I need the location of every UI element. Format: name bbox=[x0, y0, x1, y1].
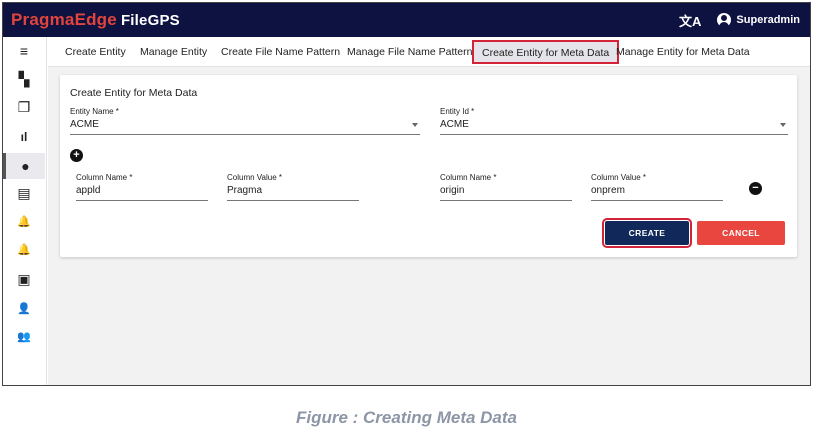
column-value-value: Pragma bbox=[227, 185, 263, 196]
figure-caption: Figure : Creating Meta Data bbox=[295, 408, 518, 427]
entity-name-label: Entity Name * bbox=[70, 107, 119, 116]
sidebar-item-groups[interactable]: 👥 bbox=[3, 324, 45, 350]
translate-icon[interactable]: 文A bbox=[679, 11, 701, 30]
entity-name-value: ACME bbox=[70, 119, 99, 130]
top-bar: PragmaEdge FileGPS 文A Superadmin bbox=[3, 3, 810, 37]
chevron-down-icon bbox=[780, 123, 786, 127]
column-name-field-1[interactable]: Column Name * appld bbox=[76, 173, 208, 201]
entity-id-value: ACME bbox=[440, 119, 469, 130]
main-content: Create Entity Manage Entity Create File … bbox=[48, 37, 810, 385]
sidebar-item-user-settings[interactable]: 👤 bbox=[3, 296, 45, 322]
document-icon: ▤ bbox=[17, 185, 31, 201]
column-name-field-2[interactable]: Column Name * origin bbox=[440, 173, 572, 201]
account-circle-icon: ● bbox=[21, 158, 30, 174]
brand-product: FileGPS bbox=[120, 12, 180, 29]
user-name: Superadmin bbox=[736, 14, 800, 26]
column-name-label: Column Name * bbox=[76, 173, 133, 182]
meta-data-form-card: Create Entity for Meta Data Entity Name … bbox=[60, 75, 797, 257]
column-value-value: onprem bbox=[591, 185, 625, 196]
column-value-label: Column Value * bbox=[227, 173, 282, 182]
entity-id-label: Entity Id * bbox=[440, 107, 475, 116]
cancel-button[interactable]: CANCEL bbox=[697, 221, 785, 245]
sidebar-item-menu[interactable]: ≡ bbox=[3, 38, 45, 64]
column-value-label: Column Value * bbox=[591, 173, 646, 182]
sidebar-item-reports[interactable]: ıl bbox=[3, 124, 45, 150]
tab-create-entity-for-meta-data[interactable]: Create Entity for Meta Data bbox=[472, 40, 620, 64]
tab-create-entity[interactable]: Create Entity bbox=[65, 37, 126, 67]
bar-chart-icon: ıl bbox=[20, 130, 28, 144]
entity-name-select[interactable]: Entity Name * ACME bbox=[70, 107, 420, 135]
brand-name: PragmaEdge bbox=[11, 10, 117, 29]
top-bar-actions: 文A Superadmin bbox=[679, 3, 800, 37]
tab-create-file-name-pattern[interactable]: Create File Name Pattern bbox=[221, 37, 340, 67]
remove-column-icon[interactable]: − bbox=[749, 182, 762, 195]
sidebar: ≡ ▚ ❐ ıl ● ▤ 🔔 🔔 ▣ 👤 👥 bbox=[3, 37, 47, 385]
entity-id-select[interactable]: Entity Id * ACME bbox=[440, 107, 788, 135]
app-window: PragmaEdge FileGPS 文A Superadmin ≡ ▚ ❐ ıl… bbox=[2, 2, 811, 386]
sidebar-item-copy[interactable]: ❐ bbox=[3, 94, 45, 120]
column-name-label: Column Name * bbox=[440, 173, 497, 182]
column-value-field-2[interactable]: Column Value * onprem bbox=[591, 173, 723, 201]
tab-manage-entity-for-meta-data[interactable]: Manage Entity for Meta Data bbox=[616, 37, 750, 67]
sidebar-item-dashboard[interactable]: ▚ bbox=[3, 66, 45, 92]
tab-manage-file-name-pattern[interactable]: Manage File Name Pattern bbox=[347, 37, 472, 67]
column-value-field-1[interactable]: Column Value * Pragma bbox=[227, 173, 359, 201]
bell-settings-icon: 🔔 bbox=[17, 243, 31, 256]
dashboard-icon: ▚ bbox=[18, 71, 30, 87]
user-settings-icon: 👤 bbox=[17, 302, 31, 315]
column-name-value: appld bbox=[76, 185, 101, 196]
menu-icon: ≡ bbox=[19, 43, 29, 59]
tab-bar: Create Entity Manage Entity Create File … bbox=[48, 37, 810, 67]
chevron-down-icon bbox=[412, 123, 418, 127]
tab-manage-entity[interactable]: Manage Entity bbox=[140, 37, 207, 67]
form-title: Create Entity for Meta Data bbox=[70, 87, 198, 99]
sidebar-item-box-settings[interactable]: ▣ bbox=[3, 266, 45, 292]
create-button[interactable]: CREATE bbox=[602, 218, 692, 248]
sidebar-item-entity[interactable]: ● bbox=[3, 153, 45, 179]
copy-icon: ❐ bbox=[17, 99, 31, 115]
account-circle-icon bbox=[717, 13, 732, 27]
sidebar-item-documents[interactable]: ▤ bbox=[3, 180, 45, 206]
sidebar-item-alert-settings[interactable]: 🔔 bbox=[3, 237, 45, 263]
column-name-value: origin bbox=[440, 185, 465, 196]
user-menu[interactable]: Superadmin bbox=[717, 13, 800, 27]
add-column-icon[interactable]: + bbox=[70, 149, 83, 162]
sidebar-item-alerts[interactable]: 🔔 bbox=[3, 209, 45, 235]
bell-alert-icon: 🔔 bbox=[17, 215, 31, 228]
box-settings-icon: ▣ bbox=[17, 271, 31, 287]
group-icon: 👥 bbox=[17, 330, 31, 343]
brand-logo: PragmaEdge FileGPS bbox=[11, 10, 180, 30]
